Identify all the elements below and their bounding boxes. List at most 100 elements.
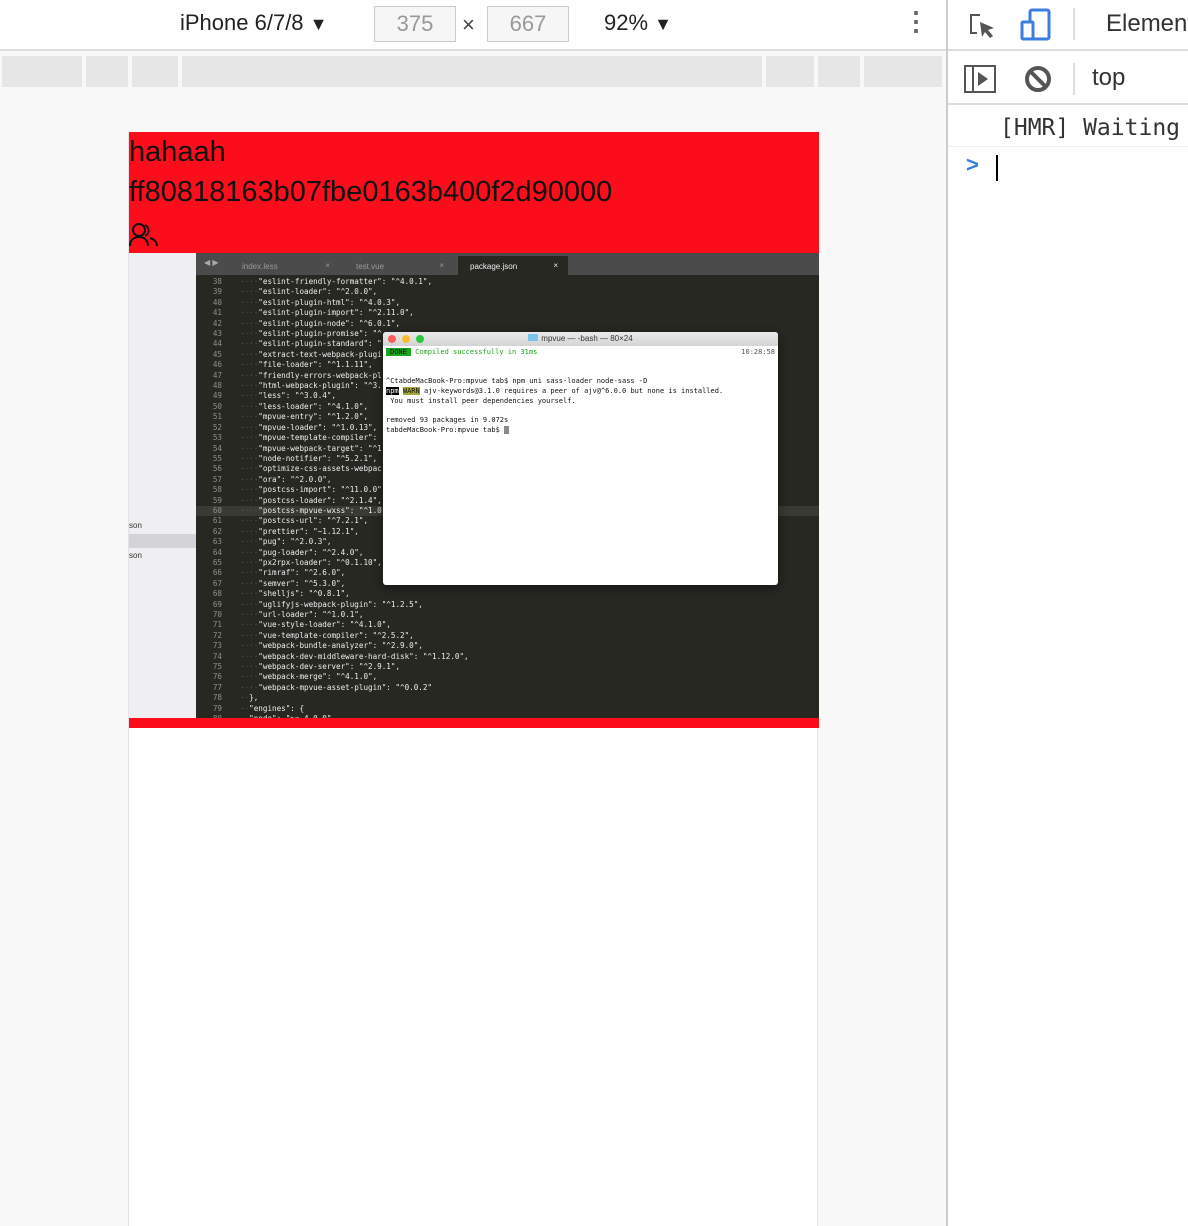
sidebar-file: son xyxy=(129,521,142,530)
users-icon[interactable] xyxy=(129,222,159,248)
indent-guide: ···· xyxy=(240,433,259,443)
code-text: "html-webpack-plugin": "^3. xyxy=(258,381,382,391)
indent-guide: ···· xyxy=(240,526,259,536)
mq-segment[interactable] xyxy=(182,56,762,87)
mq-segment[interactable] xyxy=(766,56,814,87)
indent-guide: ···· xyxy=(240,516,259,526)
line-number: 61 xyxy=(212,516,222,526)
code-text: "eslint-plugin-standard": " xyxy=(258,339,382,349)
indent-guide: ···· xyxy=(240,339,259,349)
terminal-titlebar: mpvue — -bash — 80×24 xyxy=(383,332,778,346)
warn-badge: WARN xyxy=(402,386,420,395)
line-number: 58 xyxy=(212,485,222,495)
clear-console-icon[interactable] xyxy=(1024,65,1052,93)
height-input[interactable]: 667 xyxy=(487,6,569,42)
console-prompt-icon: > xyxy=(966,152,979,177)
console-message: [HMR] Waiting xyxy=(948,107,1188,147)
terminal-output: DONE Compiled successfully in 31ms 10:28:… xyxy=(383,346,778,437)
code-text: "optimize-css-assets-webpac xyxy=(258,464,382,474)
line-number: 40 xyxy=(212,297,222,307)
tab-test-vue: test.vue × xyxy=(344,256,454,275)
line-number: 77 xyxy=(212,682,222,692)
line-number: 52 xyxy=(212,422,222,432)
divider xyxy=(1073,63,1075,95)
indent-guide: ···· xyxy=(240,651,259,661)
media-query-bar[interactable] xyxy=(2,56,942,87)
line-number: 60 xyxy=(212,505,222,515)
code-text: "eslint-plugin-promise": "^ xyxy=(258,329,382,339)
code-text: "less": "^3.0.4", xyxy=(258,391,337,401)
line-number: 63 xyxy=(212,537,222,547)
indent-guide: ···· xyxy=(240,547,259,557)
indent-guide: ···· xyxy=(240,464,259,474)
page-id: ff80818163b07fbe0163b400f2d90000 xyxy=(129,176,613,208)
code-line: 76 ····"webpack-merge": "^4.1.0", xyxy=(196,672,819,682)
code-line: 39 ····"eslint-loader": "^2.0.0", xyxy=(196,287,819,297)
more-options-icon[interactable]: ⋮ xyxy=(903,6,929,37)
context-select[interactable]: top xyxy=(1092,64,1125,92)
code-text: "mpvue-loader": "^1.0.13", xyxy=(258,422,378,432)
line-number: 70 xyxy=(212,610,222,619)
device-label: iPhone 6/7/8 xyxy=(180,10,304,35)
indent-guide: ·· xyxy=(240,693,250,703)
indent-guide: ···· xyxy=(240,318,259,328)
sidebar-toggle-icon[interactable] xyxy=(964,65,996,93)
removed-message: removed 93 packages in 9.072s xyxy=(386,415,509,424)
tab-label: index.less xyxy=(242,262,278,271)
device-toggle-icon[interactable] xyxy=(1020,8,1052,42)
console-input[interactable] xyxy=(996,155,998,181)
mq-segment[interactable] xyxy=(864,56,942,87)
indent-guide: ···· xyxy=(240,287,259,297)
cursor-icon xyxy=(504,425,510,434)
line-number: 75 xyxy=(212,662,222,672)
mq-segment[interactable] xyxy=(2,56,82,87)
indent-guide: ···· xyxy=(240,474,259,484)
mq-segment[interactable] xyxy=(818,56,860,87)
indent-guide: ···· xyxy=(240,297,259,307)
indent-guide: ···· xyxy=(240,610,259,619)
code-text: "url-loader": "^1.0.1", xyxy=(258,610,364,619)
tab-label: test.vue xyxy=(356,262,385,271)
mq-segment[interactable] xyxy=(132,56,178,87)
zoom-label: 92% xyxy=(604,10,649,35)
indent-guide: ···· xyxy=(240,401,259,411)
code-text: "postcss-import": "^11.0.0" xyxy=(258,485,382,495)
sidebar-file: son xyxy=(129,551,142,560)
chevron-down-icon: ▼ xyxy=(309,14,328,34)
close-icon: × xyxy=(439,261,444,270)
indent-guide: ···· xyxy=(240,495,259,505)
terminal-prompt: tabdeMacBook-Pro:mpvue tab$ xyxy=(386,425,505,434)
code-text: "shelljs": "^0.8.1", xyxy=(258,589,350,599)
code-line: 72 ····"vue-template-compiler": "^2.5.2", xyxy=(196,631,819,641)
line-number: 39 xyxy=(212,287,222,297)
device-select[interactable]: iPhone 6/7/8 ▼ xyxy=(180,10,328,36)
width-input[interactable]: 375 xyxy=(374,6,456,42)
code-text: }, xyxy=(249,693,259,703)
line-number: 71 xyxy=(212,620,222,630)
editor-screenshot-image: son son ◀ ▶ index.less × test.vue × packag… xyxy=(129,253,819,718)
code-line: 38 ····"eslint-friendly-formatter": "^4.0… xyxy=(196,277,819,287)
indent-guide: ···· xyxy=(240,557,259,567)
line-number: 56 xyxy=(212,464,222,474)
minimize-dot-icon xyxy=(402,335,410,343)
line-number: 45 xyxy=(212,349,222,359)
code-text: "less-loader": "^4.1.0", xyxy=(258,401,369,411)
tab-elements[interactable]: Elements xyxy=(1106,10,1188,38)
line-number: 78 xyxy=(212,693,222,703)
indent-guide: ···· xyxy=(240,370,259,380)
code-text: "postcss-loader": "^2.1.4", xyxy=(258,495,382,505)
code-text: "eslint-friendly-formatter": "^4.0.1", xyxy=(258,277,433,286)
code-text: "ora": "^2.0.0", xyxy=(258,474,332,484)
nav-arrows-icon: ◀ ▶ xyxy=(204,258,219,267)
inspect-element-icon[interactable] xyxy=(968,12,998,40)
zoom-select[interactable]: 92% ▼ xyxy=(604,10,672,36)
tab-label: package.json xyxy=(470,262,518,271)
mq-segment[interactable] xyxy=(86,56,128,87)
line-number: 46 xyxy=(212,360,222,370)
line-number: 50 xyxy=(212,401,222,411)
code-line: 78 ··}, xyxy=(196,693,819,703)
indent-guide: ·· xyxy=(240,703,250,713)
compiled-message: Compiled successfully in 31ms xyxy=(415,348,538,356)
code-text: "vue-template-compiler": "^2.5.2", xyxy=(258,630,414,640)
code-line: 75 ····"webpack-dev-server": "^2.9.1", xyxy=(196,662,819,672)
